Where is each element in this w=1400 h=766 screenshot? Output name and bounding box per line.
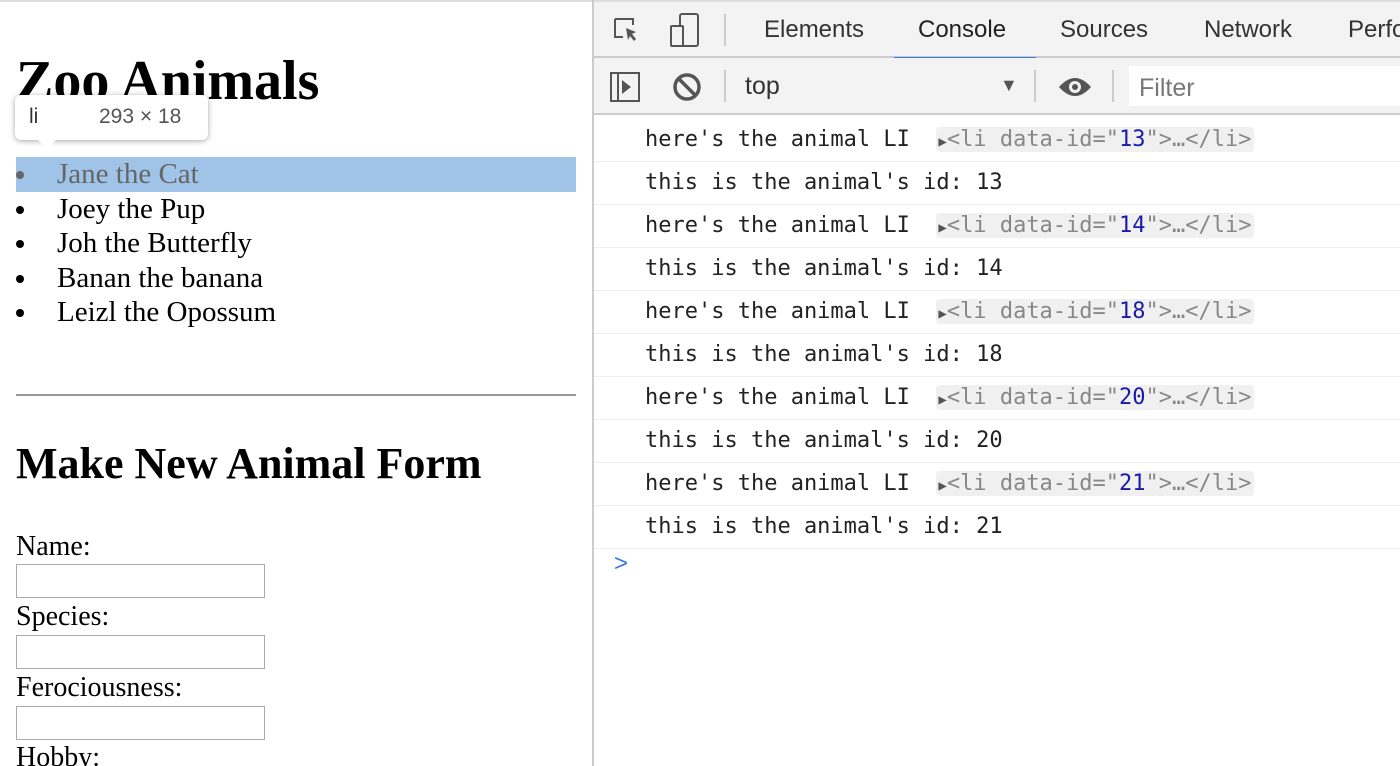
console-log-row: this is the animal's id: 13 [594,162,1400,205]
node-id: 14 [1119,213,1146,238]
console-log-row: this is the animal's id: 21 [594,506,1400,549]
tab-console[interactable]: Console [918,16,1006,44]
tab-network[interactable]: Network [1204,16,1292,44]
node-suffix: ">…</li> [1145,385,1252,410]
console-prompt-icon[interactable]: > [614,550,628,578]
node-id: 13 [1119,127,1146,152]
animal-item[interactable]: Joh the Butterfly [16,226,576,261]
animal-item[interactable]: Leizl the Opossum [16,295,576,330]
expand-triangle-icon[interactable]: ▶ [938,478,946,494]
inspect-tooltip: li 293 × 18 [15,95,208,149]
console-log-row: here's the animal LI ▶<li data-id="13">…… [594,119,1400,162]
devtools-tabbar: Elements Console Sources Network Perfo [594,0,1400,60]
console-log-row: this is the animal's id: 18 [594,334,1400,377]
console-log-row: here's the animal LI ▶<li data-id="14">…… [594,205,1400,248]
divider [16,394,576,396]
name-label: Name: [16,531,91,562]
device-toolbar-icon[interactable] [668,12,702,48]
log-result: this is the animal's id: 14 [645,256,1003,281]
node-suffix: ">…</li> [1145,299,1252,324]
console-log-row: this is the animal's id: 20 [594,420,1400,463]
log-result: this is the animal's id: 18 [645,342,1003,367]
console-output: here's the animal LI ▶<li data-id="13">…… [594,115,1400,549]
node-suffix: ">…</li> [1145,471,1252,496]
tab-performance[interactable]: Perfo [1348,16,1400,44]
dom-node-link[interactable]: ▶<li data-id="14">…</li> [936,213,1254,238]
node-id: 20 [1119,385,1146,410]
node-prefix: <li data-id=" [946,385,1120,410]
dom-node-link[interactable]: ▶<li data-id="20">…</li> [936,385,1254,410]
dom-node-link[interactable]: ▶<li data-id="21">…</li> [936,471,1254,496]
species-label: Species: [16,601,110,632]
animal-item[interactable]: Joey the Pup [16,192,576,227]
expand-triangle-icon[interactable]: ▶ [938,306,946,322]
node-id: 21 [1119,471,1146,496]
expand-triangle-icon[interactable]: ▶ [938,392,946,408]
log-result: this is the animal's id: 13 [645,170,1003,195]
dom-node-link[interactable]: ▶<li data-id="13">…</li> [936,127,1254,152]
console-log-row: here's the animal LI ▶<li data-id="21">…… [594,463,1400,506]
ferociousness-input[interactable] [16,706,265,740]
animal-list: Jane the Cat Joey the Pup Joh the Butter… [16,157,576,330]
inspect-element-icon[interactable] [612,16,642,46]
console-toolbar: top ▼ Filter [594,58,1400,115]
node-suffix: ">…</li> [1145,127,1252,152]
node-id: 18 [1119,299,1146,324]
sidebar-toggle-icon[interactable] [610,72,640,102]
log-label: here's the animal LI [645,471,910,496]
tooltip-tag: li [29,105,39,128]
console-log-row: here's the animal LI ▶<li data-id="20">…… [594,377,1400,420]
dropdown-arrow-icon[interactable]: ▼ [1000,75,1018,96]
animal-item[interactable]: Banan the banana [16,261,576,296]
log-result: this is the animal's id: 21 [645,514,1003,539]
hobby-label: Hobby: [16,742,100,766]
console-log-row: here's the animal LI ▶<li data-id="18">…… [594,291,1400,334]
form-title: Make New Animal Form [16,439,482,488]
page-viewport: Zoo Animals li 293 × 18 Jane the Cat Joe… [0,0,592,766]
filter-input[interactable]: Filter [1129,66,1400,106]
tab-sources[interactable]: Sources [1060,16,1148,44]
context-selector[interactable]: top [745,72,780,101]
species-input[interactable] [16,635,265,669]
eye-icon[interactable] [1058,74,1092,100]
log-label: here's the animal LI [645,299,910,324]
ferociousness-label: Ferociousness: [16,672,183,703]
clear-console-icon[interactable] [672,72,702,102]
node-suffix: ">…</li> [1145,213,1252,238]
node-prefix: <li data-id=" [946,299,1120,324]
log-result: this is the animal's id: 20 [645,428,1003,453]
animal-item[interactable]: Jane the Cat [16,157,576,192]
expand-triangle-icon[interactable]: ▶ [938,134,946,150]
node-prefix: <li data-id=" [946,471,1120,496]
expand-triangle-icon[interactable]: ▶ [938,220,946,236]
tab-elements[interactable]: Elements [764,16,864,44]
log-label: here's the animal LI [645,385,910,410]
console-log-row: this is the animal's id: 14 [594,248,1400,291]
name-input[interactable] [16,564,265,598]
node-prefix: <li data-id=" [946,127,1120,152]
log-label: here's the animal LI [645,213,910,238]
tooltip-size: 293 × 18 [99,105,182,128]
log-label: here's the animal LI [645,127,910,152]
devtools-panel: Elements Console Sources Network Perfo t… [594,0,1400,766]
node-prefix: <li data-id=" [946,213,1120,238]
dom-node-link[interactable]: ▶<li data-id="18">…</li> [936,299,1254,324]
